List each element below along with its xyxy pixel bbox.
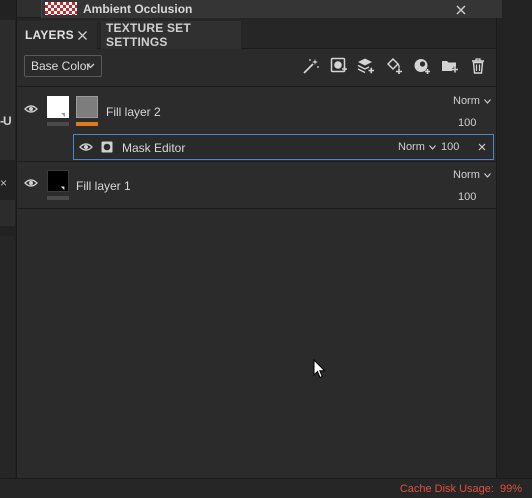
mask-blend-mode-value: Norm [398,141,425,153]
layer-row-fill-layer-1[interactable]: Fill layer 1 Norm 100 [17,162,496,209]
layers-toolbar: Base Color [17,49,496,87]
close-icon[interactable] [455,4,467,16]
eye-visibility-icon[interactable] [79,142,93,152]
remove-mask-effect-icon[interactable] [478,143,486,151]
cache-disk-usage-value: 99% [499,483,522,495]
fill-indicator-icon [60,186,65,191]
tab-layers-label: LAYERS [25,28,74,42]
channel-select-value: Base Color [31,59,91,73]
tab-close-icon[interactable] [77,30,88,41]
channel-select[interactable]: Base Color [24,55,102,77]
tab-layers[interactable]: LAYERS [17,21,97,49]
mask-opacity-field[interactable]: 100 [441,141,463,153]
layer-stack-empty-area[interactable] [17,209,496,478]
layer-thumbnail-bar [47,196,69,200]
eye-visibility-icon[interactable] [24,104,38,114]
mask-editor-name[interactable]: Mask Editor [122,141,185,155]
add-folder-icon[interactable] [441,57,459,75]
mouse-cursor-icon [313,359,326,379]
blend-mode-value: Norm [453,95,480,107]
layer-thumbnail-bar [47,122,69,126]
layer-name[interactable]: Fill layer 1 [76,179,131,193]
left-side-panel: -U × [0,0,17,498]
ao-checker-thumbnail [45,2,77,15]
mask-blend-mode-select[interactable]: Norm [398,141,436,153]
mask-effect-icon [101,141,113,153]
chevron-down-icon [86,63,95,69]
delete-icon[interactable] [469,57,487,75]
blend-mode-value: Norm [453,169,480,181]
mask-opacity-value: 100 [441,141,460,153]
layer-color-thumbnail[interactable] [47,96,69,118]
add-fill-layer-icon[interactable] [385,57,403,75]
panel-tab-bar: LAYERS TEXTURE SET SETTINGS [17,18,496,49]
opacity-value: 100 [458,191,477,203]
mask-thumbnail-bar [76,122,98,126]
opacity-field[interactable]: 100 [458,191,482,203]
left-panel-block [0,20,15,160]
blend-mode-select[interactable]: Norm [453,95,491,107]
cache-disk-usage-label: Cache Disk Usage: [399,483,494,495]
left-panel-close-glyph[interactable]: × [0,176,7,190]
eye-visibility-icon[interactable] [24,178,38,188]
layer-name[interactable]: Fill layer 2 [106,105,161,119]
tab-texture-set-settings-label: TEXTURE SET SETTINGS [106,21,191,49]
ambient-occlusion-title: Ambient Occlusion [83,2,193,16]
add-effect-icon[interactable] [302,57,320,75]
right-side-panel [496,0,532,478]
tab-texture-set-settings[interactable]: TEXTURE SET SETTINGS [101,21,241,49]
layer-color-thumbnail[interactable] [47,170,69,192]
chevron-down-icon [483,172,491,178]
chevron-down-icon [483,98,491,104]
left-panel-fragment-text: -U [0,114,12,128]
opacity-value: 100 [458,117,477,129]
status-bar: Cache Disk Usage: 99% [0,478,532,498]
blend-mode-select[interactable]: Norm [453,169,491,181]
opacity-field[interactable]: 100 [458,117,482,129]
left-panel-body [0,236,15,478]
mask-editor-row[interactable]: Mask Editor Norm 100 [73,134,494,160]
cache-disk-usage: Cache Disk Usage: 99% [400,483,522,495]
fill-indicator-icon [61,113,65,117]
mask-thumbnail[interactable] [76,96,98,118]
chevron-down-icon [428,144,436,150]
ambient-occlusion-window: Ambient Occlusion [17,0,502,18]
add-mask-icon[interactable] [330,57,348,75]
add-smart-material-icon[interactable] [413,57,431,75]
left-panel-field[interactable] [0,200,15,226]
add-layer-icon[interactable] [357,57,375,75]
